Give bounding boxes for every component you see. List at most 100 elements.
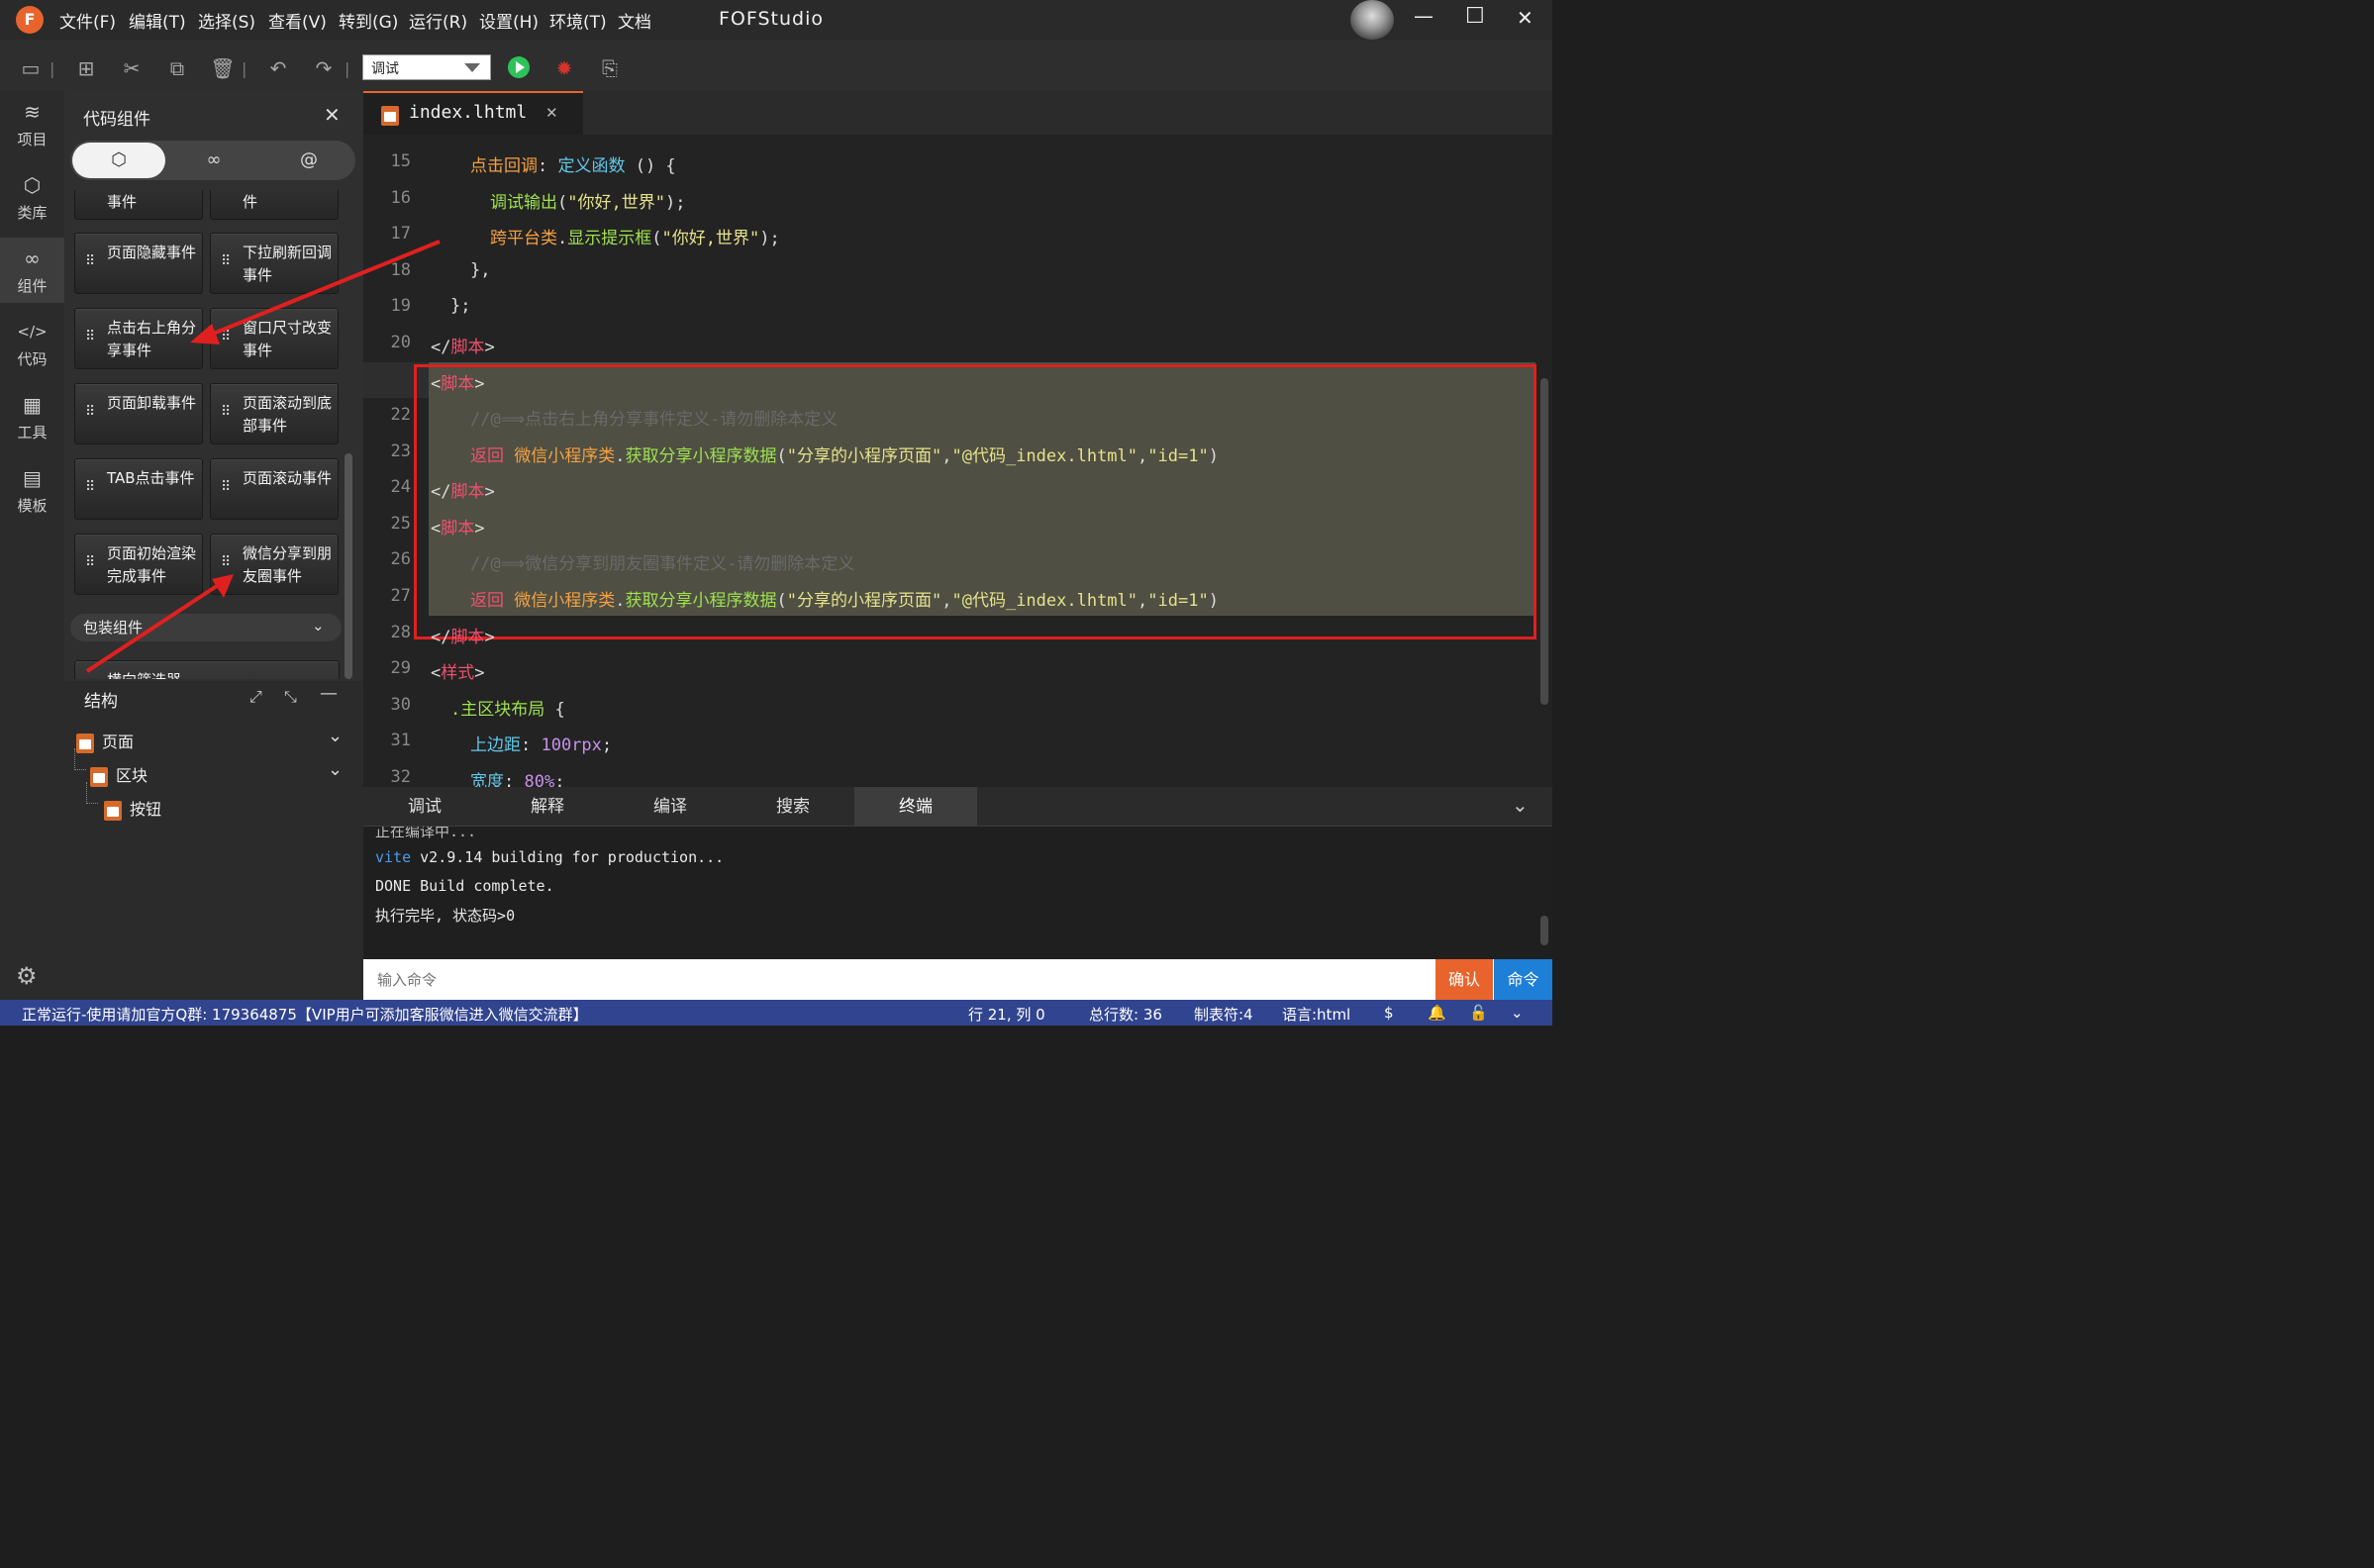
tree-node-block[interactable]: 区块 ⌄ bbox=[90, 759, 351, 787]
segment-cube[interactable]: ⬡ bbox=[72, 143, 165, 178]
component-card[interactable]: ⠿ 页面初始渲染完成事件 bbox=[74, 534, 203, 595]
close-window-button[interactable]: ✕ bbox=[1517, 6, 1533, 30]
component-card[interactable]: ⠿横向筛选器 bbox=[74, 660, 340, 679]
activity-item-tools[interactable]: ▦ 工具 bbox=[0, 384, 64, 449]
component-card[interactable]: ⠿ TAB点击事件 bbox=[74, 458, 203, 520]
chevron-down-icon[interactable]: ⌄ bbox=[1511, 1004, 1524, 1022]
component-card[interactable]: ⠿ 窗口尺寸改变事件 bbox=[210, 308, 339, 369]
drag-handle-icon[interactable]: ⠿ bbox=[221, 554, 231, 570]
command-button[interactable]: 命令 bbox=[1494, 959, 1552, 1000]
collapse-icon[interactable]: ⤡ bbox=[284, 687, 297, 707]
preview-icon[interactable]: ⎘ bbox=[597, 55, 623, 81]
undo-icon[interactable]: ↶ bbox=[265, 55, 291, 81]
bell-icon[interactable]: 🔔 bbox=[1428, 1004, 1446, 1022]
settings-gear-icon[interactable]: ⚙ bbox=[16, 962, 38, 990]
drag-handle-icon[interactable]: ⠿ bbox=[85, 554, 95, 570]
editor-scrollbar[interactable] bbox=[1540, 378, 1548, 705]
dollar-icon[interactable]: $ bbox=[1384, 1004, 1394, 1022]
tab-terminal[interactable]: 终端 bbox=[854, 787, 977, 827]
menu-goto[interactable]: 转到(G) bbox=[339, 8, 398, 33]
lock-icon[interactable]: 🔓 bbox=[1469, 1004, 1488, 1022]
menu-run[interactable]: 运行(R) bbox=[409, 8, 467, 33]
drag-handle-icon[interactable]: ⠿ bbox=[221, 190, 231, 195]
component-card[interactable]: ⠿ 点击右上角分享事件 bbox=[74, 308, 203, 369]
activity-item-project[interactable]: ≋ 项目 bbox=[0, 91, 64, 156]
terminal-line: DONE Build complete. bbox=[375, 877, 554, 895]
drag-handle-icon[interactable]: ⠿ bbox=[221, 253, 231, 269]
component-card[interactable]: ⠿ 页面滚动到底部事件 bbox=[210, 383, 339, 444]
chevron-down-icon[interactable]: ⌄ bbox=[1512, 793, 1529, 817]
minimize-button[interactable]: — bbox=[1414, 4, 1434, 28]
drag-handle-icon[interactable]: ⠿ bbox=[221, 404, 231, 420]
expand-icon[interactable]: ⤢ bbox=[249, 687, 262, 707]
line-number: 18 bbox=[390, 260, 411, 280]
tab-compile[interactable]: 编译 bbox=[609, 787, 732, 827]
activity-item-code[interactable]: </> 代码 bbox=[0, 311, 64, 376]
confirm-button[interactable]: 确认 bbox=[1435, 959, 1493, 1000]
components-panel: 代码组件 ✕ ⬡ ∞ @ ⠿事件 ⠿件 ⠿页面隐藏事件 ⠿下拉刷新回调事件 ⠿点… bbox=[64, 91, 363, 1000]
component-card[interactable]: ⠿件 bbox=[210, 190, 339, 220]
drag-handle-icon[interactable]: ⠿ bbox=[85, 479, 95, 495]
debug-icon[interactable]: ✹ bbox=[551, 55, 577, 81]
tab-search[interactable]: 搜索 bbox=[732, 787, 854, 827]
component-label: 页面滚动事件 bbox=[243, 469, 333, 487]
tab-interpret[interactable]: 解释 bbox=[486, 787, 609, 827]
segment-infinity[interactable]: ∞ bbox=[167, 143, 260, 178]
activity-item-library[interactable]: ⬡ 类库 bbox=[0, 164, 64, 230]
language-mode[interactable]: 语言:html bbox=[1282, 1004, 1350, 1025]
component-group-header[interactable]: 包装组件 ⌄ bbox=[70, 614, 342, 641]
line-number: 25 bbox=[390, 514, 411, 534]
menu-select[interactable]: 选择(S) bbox=[198, 8, 255, 33]
status-bar: 正常运行-使用请加官方Q群: 179364875【VIP用户可添加客服微信进入微… bbox=[0, 1000, 1552, 1026]
activity-item-components[interactable]: ∞ 组件 bbox=[0, 238, 64, 303]
panel-scrollbar[interactable] bbox=[345, 453, 352, 679]
avatar[interactable] bbox=[1350, 0, 1394, 40]
segment-at[interactable]: @ bbox=[262, 143, 355, 178]
menu-edit[interactable]: 编辑(T) bbox=[129, 8, 186, 33]
component-card[interactable]: ⠿ 微信分享到朋友圈事件 bbox=[210, 534, 339, 595]
copy-icon[interactable]: ⧉ bbox=[164, 55, 190, 81]
new-file-icon[interactable]: ⊞ bbox=[73, 55, 99, 81]
save-icon[interactable]: ▭ bbox=[18, 55, 44, 81]
cube-icon: ⬡ bbox=[23, 173, 42, 197]
component-card[interactable]: ⠿ 页面卸载事件 bbox=[74, 383, 203, 444]
code-line-28: </脚本> bbox=[431, 628, 495, 647]
component-card[interactable]: ⠿ 下拉刷新回调事件 bbox=[210, 233, 339, 294]
drag-handle-icon[interactable]: ⠿ bbox=[85, 253, 95, 269]
tab-size[interactable]: 制表符:4 bbox=[1194, 1004, 1253, 1025]
editor-tab[interactable]: index.lhtml ✕ bbox=[363, 91, 583, 135]
delete-icon[interactable]: 🗑 bbox=[210, 55, 236, 81]
menu-settings[interactable]: 设置(H) bbox=[479, 8, 539, 33]
menu-file[interactable]: 文件(F) bbox=[59, 8, 116, 33]
terminal-scrollbar[interactable] bbox=[1540, 916, 1548, 945]
activity-item-templates[interactable]: ▤ 模板 bbox=[0, 457, 64, 523]
drag-handle-icon[interactable]: ⠿ bbox=[221, 479, 231, 495]
minimize-panel-icon[interactable]: — bbox=[320, 683, 338, 704]
menu-docs[interactable]: 文档 bbox=[618, 8, 651, 33]
menu-view[interactable]: 查看(V) bbox=[268, 8, 327, 33]
component-card[interactable]: ⠿ 页面滚动事件 bbox=[210, 458, 339, 520]
chevron-down-icon[interactable]: ⌄ bbox=[328, 759, 343, 780]
tab-close-icon[interactable]: ✕ bbox=[545, 104, 558, 122]
tree-node-button[interactable]: 按钮 bbox=[104, 796, 161, 821]
command-input[interactable] bbox=[363, 959, 1434, 1000]
redo-icon[interactable]: ↷ bbox=[311, 55, 337, 81]
code-editor[interactable]: index.lhtml ✕ 15 16 17 18 19 20 21 22 23… bbox=[363, 91, 1552, 792]
drag-handle-icon[interactable]: ⠿ bbox=[221, 329, 231, 344]
line-number: 15 bbox=[390, 151, 411, 171]
chevron-down-icon[interactable]: ⌄ bbox=[328, 726, 343, 746]
component-card[interactable]: ⠿ 事件 bbox=[74, 190, 203, 220]
drag-handle-icon[interactable]: ⠿ bbox=[85, 329, 95, 344]
menu-environment[interactable]: 环境(T) bbox=[549, 8, 607, 33]
tab-debug[interactable]: 调试 bbox=[363, 787, 486, 827]
panel-close-icon[interactable]: ✕ bbox=[324, 103, 341, 127]
cut-icon[interactable]: ✂ bbox=[119, 55, 145, 81]
cursor-position[interactable]: 行 21, 列 0 bbox=[968, 1004, 1045, 1025]
tree-node-page[interactable]: 页面 ⌄ bbox=[76, 726, 351, 753]
maximize-button[interactable]: ☐ bbox=[1465, 4, 1485, 29]
drag-handle-icon[interactable]: ⠿ bbox=[85, 190, 95, 195]
mode-select[interactable]: 调试 bbox=[362, 54, 491, 80]
component-card[interactable]: ⠿ 页面隐藏事件 bbox=[74, 233, 203, 294]
run-icon[interactable] bbox=[508, 56, 530, 78]
drag-handle-icon[interactable]: ⠿ bbox=[85, 404, 95, 420]
